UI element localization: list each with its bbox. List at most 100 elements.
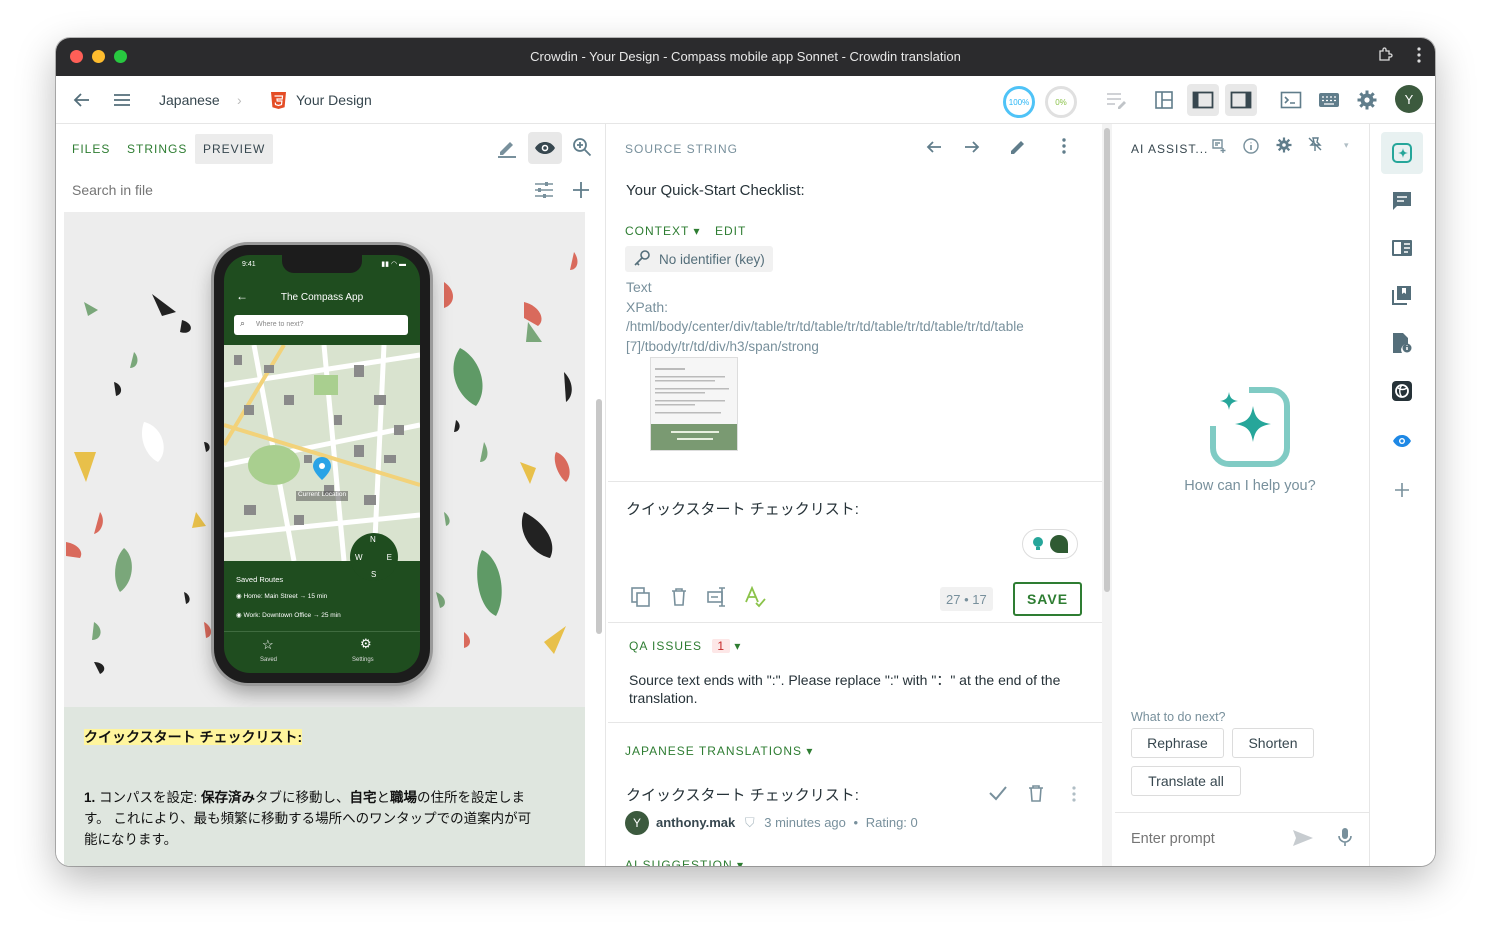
pin-off-icon[interactable]: [1307, 136, 1323, 152]
approved-progress[interactable]: 0%: [1045, 86, 1077, 118]
paragraph-text: と: [376, 790, 391, 805]
ai-assistant-title: AI ASSIST...: [1131, 142, 1209, 156]
ai-assistant-rail-icon[interactable]: [1381, 132, 1423, 174]
add-app-icon[interactable]: [1381, 469, 1423, 511]
settings-gear-icon[interactable]: [1351, 84, 1383, 116]
comments-icon[interactable]: [1381, 180, 1423, 222]
phone-status-icons: ▮▮ ◠ ▬: [381, 261, 406, 268]
author-name[interactable]: anthony.mak: [656, 815, 735, 830]
lightbulb-icon: [1033, 537, 1043, 550]
paragraph-line: 能になります。: [84, 832, 178, 847]
rephrase-button[interactable]: Rephrase: [1131, 728, 1224, 758]
keyboard-icon[interactable]: [1313, 84, 1345, 116]
shorten-button[interactable]: Shorten: [1232, 728, 1314, 758]
format-icon[interactable]: [1100, 84, 1132, 116]
preview-heading-highlight[interactable]: クイックスタート チェックリスト:: [84, 729, 303, 745]
context-screenshot-thumbnail[interactable]: [650, 357, 738, 451]
phone-search-icon: ⌕: [240, 318, 246, 328]
ai-suggestion-toggle[interactable]: AI SUGGESTION ▾: [625, 858, 744, 866]
phone-nav-saved: Saved: [260, 657, 278, 663]
source-more-icon[interactable]: [1062, 138, 1066, 154]
prompt-input[interactable]: [1129, 828, 1279, 850]
text-split-icon[interactable]: [706, 586, 728, 608]
verified-shield-icon: ⛉: [744, 815, 755, 830]
route-item: ◉ Home: Main Street → 15 min: [236, 592, 327, 600]
edit-context-link[interactable]: EDIT: [715, 224, 746, 238]
more-vert-icon[interactable]: [1417, 47, 1421, 67]
file-info-icon[interactable]: [1381, 322, 1423, 364]
phone-nav-divider: [224, 631, 420, 632]
collapse-caret-icon[interactable]: ▾: [1344, 140, 1349, 151]
menu-icon[interactable]: [112, 90, 132, 110]
layout-left-panel-icon[interactable]: [1187, 84, 1219, 116]
paragraph-bold: 保存済み: [201, 790, 256, 805]
tab-files[interactable]: FILES: [72, 134, 110, 164]
translations-toggle[interactable]: JAPANESE TRANSLATIONS ▾: [625, 744, 813, 758]
preview-eye-icon[interactable]: [528, 132, 562, 164]
send-icon[interactable]: [1292, 829, 1314, 847]
user-avatar[interactable]: Y: [1395, 85, 1423, 113]
approve-check-icon[interactable]: [988, 785, 1008, 801]
tab-strings[interactable]: STRINGS: [127, 134, 187, 164]
add-icon[interactable]: [572, 181, 590, 199]
edit-source-pencil-icon[interactable]: [1008, 137, 1028, 157]
ai-sparkle-logo: [1208, 385, 1291, 473]
translation-rating: Rating: 0: [865, 815, 918, 830]
preview-scrollbar[interactable]: [596, 399, 602, 634]
ai-assistant-panel: AI ASSIST... ▾ How can I help you? What …: [1115, 124, 1370, 866]
save-button[interactable]: SAVE: [1013, 582, 1082, 616]
route-item: ◉ Work: Downtown Office → 25 min: [236, 611, 341, 619]
extension-icon[interactable]: [1377, 47, 1393, 67]
context-toggle[interactable]: CONTEXT ▾: [625, 224, 700, 238]
translate-all-button[interactable]: Translate all: [1131, 766, 1241, 796]
breadcrumb-language[interactable]: Japanese: [159, 92, 220, 108]
divider: [608, 722, 1102, 723]
translation-textarea[interactable]: クイックスタート チェックリスト:: [626, 498, 859, 519]
title-bar: Crowdin - Your Design - Compass mobile a…: [56, 38, 1435, 76]
terminal-icon[interactable]: [1275, 84, 1307, 116]
next-action-label: What to do next?: [1131, 710, 1226, 724]
tm-suggestion-bubble[interactable]: [1022, 529, 1078, 559]
new-chat-icon[interactable]: [1211, 138, 1227, 154]
delete-suggestion-icon[interactable]: [1028, 784, 1044, 802]
back-arrow-icon[interactable]: [72, 90, 92, 110]
tab-preview[interactable]: PREVIEW: [195, 134, 274, 164]
breadcrumb-file[interactable]: Your Design: [296, 92, 372, 108]
source-string-header: SOURCE STRING: [625, 142, 739, 156]
info-icon[interactable]: [1243, 138, 1259, 154]
compass-n-label: N: [370, 535, 376, 544]
file-search-input[interactable]: [70, 180, 510, 200]
preview-paragraph: 1. コンパスを設定: 保存済みタブに移動し、自宅と職場の住所を設定しま す。 …: [84, 787, 554, 850]
key-icon: [633, 249, 651, 270]
app-window: Crowdin - Your Design - Compass mobile a…: [56, 38, 1435, 866]
zoom-icon[interactable]: [572, 137, 592, 157]
ai-empty-text: How can I help you?: [1184, 478, 1316, 494]
paragraph-text: の住所を設定しま: [417, 790, 526, 805]
pencil-icon[interactable]: [496, 137, 518, 159]
compass-w-label: W: [355, 553, 363, 562]
microphone-icon[interactable]: [1337, 827, 1353, 847]
suggestion-more-icon[interactable]: [1072, 786, 1076, 802]
layout-side-by-side-icon[interactable]: [1148, 84, 1180, 116]
copy-source-icon[interactable]: [630, 586, 652, 608]
translated-progress[interactable]: 100%: [1003, 86, 1035, 118]
compass-s-label: S: [371, 570, 377, 579]
source-panel-scrollbar[interactable]: [1104, 128, 1110, 592]
crowdin-app-icon[interactable]: [1381, 370, 1423, 412]
spellcheck-icon[interactable]: [744, 586, 766, 608]
qa-issues-toggle[interactable]: QA ISSUES 1 ▾: [629, 639, 741, 653]
compass-rose: N W E S: [350, 533, 398, 581]
delete-translation-icon[interactable]: [670, 587, 688, 607]
prev-string-arrow-icon[interactable]: [925, 138, 943, 156]
glossary-icon[interactable]: [1381, 227, 1423, 269]
translations-label: JAPANESE TRANSLATIONS: [625, 744, 803, 758]
translation-memory-icon[interactable]: [1381, 274, 1423, 316]
ai-settings-gear-icon[interactable]: [1276, 137, 1292, 153]
preview-eye-rail-icon[interactable]: [1381, 420, 1423, 462]
right-icon-rail: [1370, 124, 1435, 866]
identifier-chip: No identifier (key): [625, 246, 773, 272]
next-string-arrow-icon[interactable]: [963, 138, 981, 156]
layout-right-panel-icon[interactable]: [1225, 84, 1257, 116]
filter-settings-icon[interactable]: [534, 181, 554, 199]
author-avatar: Y: [625, 811, 649, 835]
